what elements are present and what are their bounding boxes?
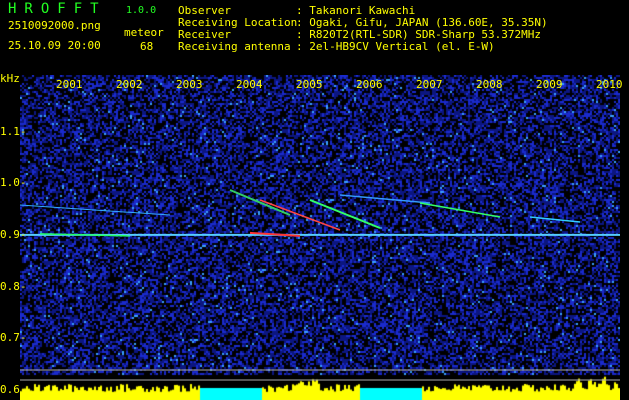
x-tick-label: 2010 [596,78,623,91]
meteor-trace [529,216,581,223]
meteor-trace [20,204,171,216]
info-antenna: Receiving antenna [178,41,291,53]
app-title: HROFFT [8,1,107,17]
spectrogram-overlay [20,189,620,381]
y-tick-label: 1.1- [0,124,27,138]
meteor-count: 68 [140,40,154,53]
x-tick-label: 2005 [296,78,323,91]
spectrogram [20,75,620,400]
y-tick-label: 0.7- [0,331,27,345]
filename: 2510092000.png [8,19,101,32]
x-tick-label: 2004 [236,78,263,91]
x-tick-label: 2008 [476,78,503,91]
datetime: 25.10.09 20:00 [8,39,101,52]
y-tick-label: 0.9- [0,227,27,241]
app-version: 1.0.0 [126,5,157,16]
info-antenna-value: : 2el-HB9CV Vertical (el. E-W) [296,40,495,53]
x-tick-label: 2009 [536,78,563,91]
meteor-trace [309,199,381,229]
y-tick-label: 1.0- [0,176,27,190]
info-label: Receiving antenna [178,40,291,53]
y-tick-label: 0.6- [0,382,27,396]
meteor-trace [259,199,341,231]
meteor-trace [419,202,501,218]
x-tick-label: 2006 [356,78,383,91]
meteor-trace [339,194,431,204]
x-tick-label: 2001 [56,78,83,91]
y-tick-label: 0.8- [0,279,27,293]
x-tick-label: 2003 [176,78,203,91]
x-tick-label: 2002 [116,78,143,91]
y-axis-label: kHz [0,72,20,85]
meteor-label: meteor [124,26,164,39]
x-tick-label: 2007 [416,78,443,91]
meteor-trace [229,189,291,216]
